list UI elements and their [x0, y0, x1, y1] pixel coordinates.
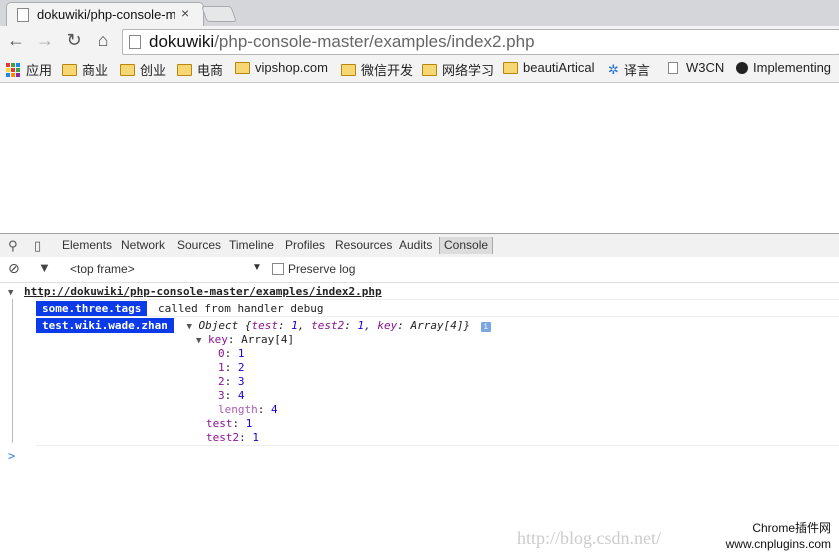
- bookmark-folder[interactable]: 电商: [177, 60, 223, 79]
- folder-icon: [120, 63, 135, 76]
- folder-icon: [422, 63, 437, 76]
- bookmark-site[interactable]: Implementing: [736, 60, 831, 75]
- address-bar[interactable]: dokuwiki/php-console-master/examples/ind…: [122, 29, 839, 55]
- bookmark-folder[interactable]: vipshop.com: [235, 60, 328, 75]
- console-group-header[interactable]: ▼ http://dokuwiki/php-console-master/exa…: [8, 285, 382, 298]
- tab-sources[interactable]: Sources: [177, 238, 221, 252]
- tab-console[interactable]: Console: [439, 237, 494, 254]
- page-icon: [129, 35, 141, 49]
- bookmarks-bar: 应用 商业 创业 电商 vipshop.com 微信开发 网络学习 beauti…: [0, 56, 839, 83]
- tab-timeline[interactable]: Timeline: [229, 238, 274, 252]
- clear-console-icon[interactable]: ⊘: [8, 260, 20, 277]
- tree-item-length: length: 4: [218, 403, 278, 416]
- console-toolbar: ⊘ ▼ <top frame> ▼ Preserve log: [0, 257, 839, 283]
- translate-icon: ✲: [608, 61, 619, 77]
- tab-audits[interactable]: Audits: [399, 238, 432, 252]
- log-message: called from handler debug: [157, 302, 324, 315]
- reload-icon[interactable]: ↻: [63, 30, 85, 50]
- log-tag: some.three.tags: [36, 301, 148, 316]
- filter-icon[interactable]: ▼: [38, 260, 51, 275]
- close-tab-icon[interactable]: ×: [181, 5, 189, 21]
- back-icon[interactable]: ←: [5, 30, 27, 50]
- row-separator: [36, 299, 839, 300]
- tab-profiles[interactable]: Profiles: [285, 238, 325, 252]
- watermark-text: http://blog.csdn.net/: [517, 528, 661, 548]
- bookmark-folder[interactable]: 创业: [120, 60, 166, 79]
- tab-network[interactable]: Network: [121, 238, 165, 252]
- group-url-link[interactable]: http://dokuwiki/php-console-master/examp…: [24, 285, 382, 298]
- tab-elements[interactable]: Elements: [62, 238, 112, 252]
- device-mode-icon[interactable]: ▯: [34, 238, 41, 254]
- expand-triangle-icon[interactable]: ▼: [186, 322, 191, 332]
- bookmark-apps[interactable]: 应用: [6, 60, 52, 79]
- bookmark-folder[interactable]: 微信开发: [341, 60, 413, 79]
- log-tag: test.wiki.wade.zhan: [36, 318, 174, 333]
- tree-item: 2: 3: [218, 375, 245, 388]
- object-preview[interactable]: Object {test: 1, test2: 1, key: Array[4]…: [199, 319, 471, 332]
- folder-icon: [62, 63, 77, 76]
- row-separator: [36, 316, 839, 317]
- new-tab-button[interactable]: [201, 6, 237, 22]
- tree-item: 3: 4: [218, 389, 245, 402]
- frame-select[interactable]: <top frame> ▼: [70, 262, 262, 276]
- folder-icon: [341, 63, 356, 76]
- brand-watermark: Chrome插件网 www.cnplugins.com: [725, 521, 831, 551]
- tree-item: 0: 1: [218, 347, 245, 360]
- checkbox[interactable]: [272, 263, 284, 275]
- page-icon: [668, 61, 678, 74]
- console-prompt[interactable]: >: [8, 449, 15, 463]
- bookmark-folder[interactable]: 网络学习: [422, 60, 494, 79]
- apps-icon: [6, 62, 20, 77]
- devtools-tabbar: ⚲ ▯ Elements Network Sources Timeline Pr…: [0, 233, 839, 258]
- console-log: ▼ http://dokuwiki/php-console-master/exa…: [0, 283, 839, 556]
- site-icon: [736, 61, 748, 74]
- inspect-icon[interactable]: ⚲: [8, 238, 18, 254]
- tree-item-test2: test2: 1: [206, 431, 259, 444]
- group-indent-line: [12, 299, 13, 443]
- tree-item-test: test: 1: [206, 417, 253, 430]
- browser-toolbar: ← → ↻ ⌂ dokuwiki/php-console-master/exam…: [0, 26, 839, 56]
- folder-icon: [503, 61, 518, 74]
- console-row: some.three.tags called from handler debu…: [36, 301, 324, 316]
- tab-title: dokuwiki/php-console-m: [37, 7, 175, 22]
- chevron-down-icon: ▼: [252, 262, 262, 273]
- url-text: dokuwiki/php-console-master/examples/ind…: [149, 32, 535, 51]
- bookmark-folder[interactable]: 商业: [62, 60, 108, 79]
- folder-icon: [177, 63, 192, 76]
- tab-resources[interactable]: Resources: [335, 238, 392, 252]
- row-separator: [36, 445, 839, 446]
- preserve-log-checkbox[interactable]: Preserve log: [272, 262, 355, 276]
- browser-tab[interactable]: dokuwiki/php-console-m ×: [6, 2, 204, 27]
- bookmark-page[interactable]: W3CN: [668, 60, 724, 75]
- home-icon[interactable]: ⌂: [92, 30, 114, 50]
- tab-strip: dokuwiki/php-console-m ×: [0, 0, 839, 27]
- folder-icon: [235, 61, 250, 74]
- forward-icon[interactable]: →: [34, 30, 56, 50]
- page-content: [0, 83, 839, 233]
- tree-item: 1: 2: [218, 361, 245, 374]
- bookmark-folder[interactable]: beautiArtical: [503, 60, 595, 75]
- page-icon: [17, 8, 29, 22]
- info-icon[interactable]: i: [480, 322, 491, 332]
- bookmark-translate[interactable]: ✲ 译言: [608, 60, 650, 79]
- tree-node-key[interactable]: ▼ key: Array[4]: [196, 333, 294, 346]
- expand-triangle-icon[interactable]: ▼: [196, 336, 201, 346]
- console-row: test.wiki.wade.zhan ▼ Object {test: 1, t…: [36, 318, 491, 333]
- expand-triangle-icon[interactable]: ▼: [8, 288, 13, 298]
